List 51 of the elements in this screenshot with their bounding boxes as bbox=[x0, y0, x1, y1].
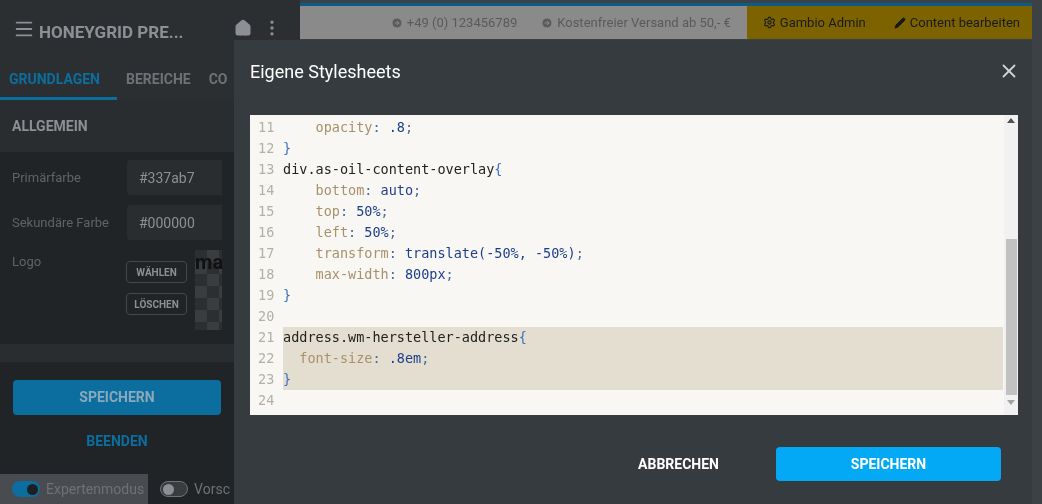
line-number: 19 bbox=[257, 286, 276, 305]
line-number: 22 bbox=[257, 349, 276, 368]
admin-link[interactable]: Gambio Admin bbox=[746, 12, 882, 33]
line-number: 20 bbox=[257, 307, 276, 326]
arrow-circle-icon bbox=[390, 16, 403, 29]
home-icon[interactable] bbox=[234, 19, 252, 37]
line-number: 15 bbox=[257, 202, 276, 221]
code-line: } bbox=[283, 286, 293, 305]
logo-button[interactable]: LÖSCHEN bbox=[126, 293, 188, 315]
line-number: 23 bbox=[257, 370, 276, 389]
code-line: left: 50%; bbox=[314, 223, 398, 242]
line-number: 13 bbox=[257, 160, 276, 179]
logo-button[interactable]: WÄHLEN bbox=[126, 261, 188, 283]
cancel-button[interactable]: ABBRECHEN bbox=[623, 447, 734, 481]
dialog-title: Eigene Stylesheets bbox=[250, 59, 401, 84]
arrow-circle-icon bbox=[541, 16, 554, 29]
line-number: 14 bbox=[257, 181, 276, 200]
sidebar-tab[interactable]: CO bbox=[199, 62, 234, 100]
code-line: } bbox=[283, 139, 293, 158]
code-line: opacity: .8; bbox=[314, 118, 415, 137]
code-line: max-width: 800px; bbox=[314, 265, 455, 284]
line-number: 12 bbox=[257, 139, 276, 158]
color-input[interactable]: #000000 bbox=[127, 205, 222, 240]
code-line: div.as-oil-content-overlay{ bbox=[283, 160, 504, 179]
gears-icon bbox=[762, 16, 776, 29]
scrollbar[interactable] bbox=[1004, 115, 1018, 415]
line-number: 24 bbox=[257, 391, 276, 410]
code-line: top: 50%; bbox=[314, 202, 390, 221]
color-input[interactable]: #337ab7 bbox=[127, 160, 222, 195]
code-line: bottom: auto; bbox=[314, 181, 423, 200]
field-label: Sekundäre Farbe bbox=[12, 213, 110, 232]
code-line: transform: translate(-50%, -50%); bbox=[314, 244, 585, 263]
edit-content-link[interactable]: Content bearbeiten bbox=[881, 12, 1032, 33]
toggle-switch[interactable] bbox=[160, 481, 189, 497]
line-number: 18 bbox=[257, 265, 276, 284]
line-number: 16 bbox=[257, 223, 276, 242]
pencil-icon bbox=[893, 16, 906, 29]
scroll-up-icon[interactable] bbox=[1007, 118, 1015, 123]
field-label: Logo bbox=[12, 253, 43, 271]
line-number: 21 bbox=[257, 328, 276, 347]
line-number: 17 bbox=[257, 244, 276, 263]
field-label: Primärfarbe bbox=[12, 168, 82, 187]
save-button[interactable]: SPEICHERN bbox=[13, 380, 221, 415]
sidebar-tab[interactable]: BEREICHE bbox=[117, 62, 200, 100]
section-header: ALLGEMEIN bbox=[0, 100, 234, 152]
exit-link[interactable]: BEENDEN bbox=[86, 431, 148, 452]
save-button[interactable]: SPEICHERN bbox=[776, 447, 1001, 481]
toggle-switch[interactable] bbox=[12, 481, 40, 497]
toggle-label: Vorsc bbox=[194, 479, 230, 499]
line-number: 11 bbox=[257, 118, 276, 137]
sidebar-title: HONEYGRID PRE... bbox=[39, 21, 185, 44]
